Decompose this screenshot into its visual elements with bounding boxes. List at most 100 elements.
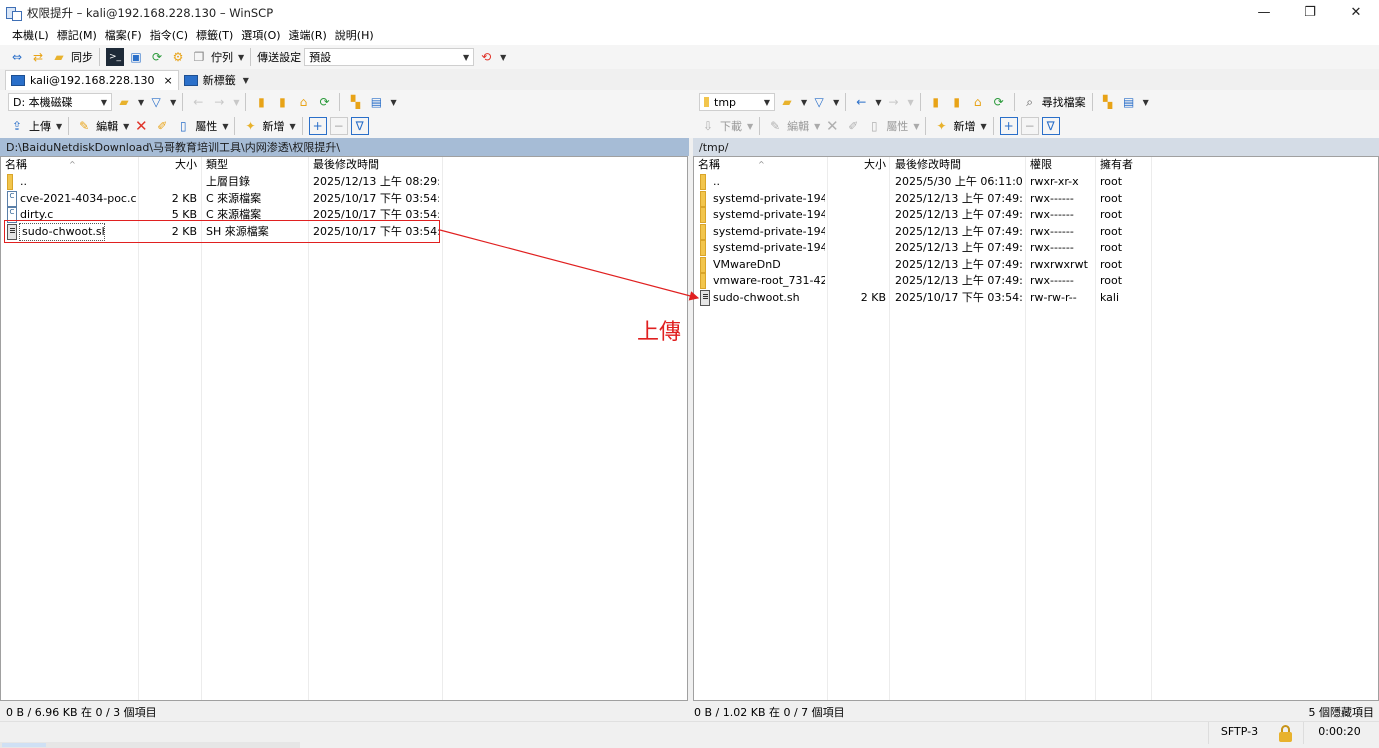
column-header-size[interactable]: 大小 bbox=[141, 157, 197, 173]
upload-button[interactable]: 上傳 bbox=[29, 118, 51, 134]
tree-view-icon[interactable]: ▚ bbox=[346, 93, 364, 111]
root-directory-icon[interactable]: ▮ bbox=[948, 93, 966, 111]
compare-directories-icon[interactable]: ⇔ bbox=[8, 48, 26, 66]
refresh-icon[interactable]: ⟳ bbox=[315, 93, 333, 111]
column-header-modified[interactable]: 最後修改時間 bbox=[895, 157, 1023, 173]
queue-button[interactable]: 佇列 bbox=[211, 49, 233, 65]
new-folder-icon[interactable]: ✦ bbox=[241, 117, 259, 135]
chevron-down-icon[interactable]: ▼ bbox=[801, 98, 807, 107]
chevron-down-icon[interactable]: ▼ bbox=[747, 122, 753, 131]
close-window-button[interactable]: ✕ bbox=[1333, 0, 1379, 25]
preferences-gear-icon[interactable]: ⚙ bbox=[169, 48, 187, 66]
filter-icon[interactable]: ▽ bbox=[147, 93, 165, 111]
local-drive-select[interactable]: D: 本機磁碟 ▼ bbox=[8, 93, 112, 111]
back-arrow-icon[interactable]: ← bbox=[852, 93, 870, 111]
tab-new[interactable]: 新標籤 ▼ bbox=[179, 70, 254, 90]
minimize-button[interactable]: — bbox=[1241, 0, 1287, 25]
refresh-icon[interactable]: ⟳ bbox=[990, 93, 1008, 111]
select-plus-icon[interactable]: + bbox=[308, 117, 327, 135]
terminal-icon[interactable]: >_ bbox=[106, 48, 124, 66]
chevron-down-icon[interactable]: ▼ bbox=[814, 122, 820, 131]
refresh-session-icon[interactable]: ⟳ bbox=[148, 48, 166, 66]
sync-folder-icon[interactable]: ▰ bbox=[50, 48, 68, 66]
select-minus-icon[interactable]: − bbox=[329, 117, 348, 135]
parent-directory-icon[interactable]: ▮ bbox=[252, 93, 270, 111]
column-header-rights[interactable]: 權限 bbox=[1030, 157, 1092, 173]
menu-help[interactable]: 說明(H) bbox=[331, 27, 378, 43]
column-header-modified[interactable]: 最後修改時間 bbox=[313, 157, 439, 173]
synchronize-browsing-icon[interactable]: ⇄ bbox=[29, 48, 47, 66]
column-header-size[interactable]: 大小 bbox=[830, 157, 886, 173]
local-file-row[interactable]: .. 上層目錄 2025/12/13 上午 08:29:... bbox=[1, 174, 687, 191]
filter-select-icon[interactable]: ∇ bbox=[1041, 117, 1060, 135]
forward-arrow-icon[interactable]: → bbox=[884, 93, 902, 111]
chevron-down-icon[interactable]: ▼ bbox=[907, 98, 913, 107]
remote-file-list[interactable]: 名稱 ^ 大小 最後修改時間 權限 擁有者 .. 2025/5/30 上午 06:… bbox=[693, 156, 1379, 701]
edit-icon[interactable]: ✎ bbox=[766, 117, 784, 135]
chevron-down-icon[interactable]: ▼ bbox=[875, 98, 881, 107]
horizontal-scrollbar[interactable] bbox=[0, 742, 300, 748]
remote-file-row[interactable]: systemd-private-194... 2025/12/13 上午 07:4… bbox=[694, 240, 1378, 257]
local-path-bar[interactable]: D:\BaiduNetdiskDownload\马哥教育培训工具\内网渗透\权限… bbox=[0, 138, 689, 156]
close-tab-icon[interactable]: × bbox=[164, 74, 173, 87]
remote-file-row[interactable]: systemd-private-194... 2025/12/13 上午 07:4… bbox=[694, 223, 1378, 241]
home-icon[interactable]: ⌂ bbox=[294, 93, 312, 111]
chevron-down-icon[interactable]: ▼ bbox=[913, 122, 919, 131]
transfer-preset-select[interactable]: 預設 ▼ bbox=[304, 48, 475, 66]
queue-icon[interactable]: ❐ bbox=[190, 48, 208, 66]
properties-icon[interactable]: ▯ bbox=[174, 117, 192, 135]
tree-view-icon[interactable]: ▚ bbox=[1099, 93, 1117, 111]
sync-button[interactable]: 同步 bbox=[71, 49, 93, 65]
remote-file-row[interactable]: vmware-root_731-42... 2025/12/13 上午 07:49… bbox=[694, 273, 1378, 290]
new-folder-icon[interactable]: ✦ bbox=[932, 117, 950, 135]
remote-file-row[interactable]: .. 2025/5/30 上午 06:11:00 rwxr-xr-x root bbox=[694, 174, 1378, 191]
properties-button[interactable]: 屬性 bbox=[195, 118, 217, 134]
chevron-down-icon[interactable]: ▼ bbox=[138, 98, 144, 107]
delete-icon[interactable]: ✕ bbox=[823, 117, 841, 135]
chevron-down-icon[interactable]: ▼ bbox=[390, 98, 396, 107]
menu-files[interactable]: 檔案(F) bbox=[101, 27, 146, 43]
parent-directory-icon[interactable]: ▮ bbox=[927, 93, 945, 111]
column-header-name[interactable]: 名稱 bbox=[5, 157, 125, 173]
root-directory-icon[interactable]: ▮ bbox=[273, 93, 291, 111]
column-header-type[interactable]: 類型 bbox=[206, 157, 306, 173]
tab-session[interactable]: kali@192.168.228.130 × bbox=[5, 70, 179, 90]
find-files-button[interactable]: 尋找檔案 bbox=[1042, 94, 1086, 110]
download-button[interactable]: 下載 bbox=[720, 118, 742, 134]
chevron-down-icon[interactable]: ▼ bbox=[500, 53, 506, 62]
home-icon[interactable]: ⌂ bbox=[969, 93, 987, 111]
lock-icon[interactable] bbox=[1276, 725, 1296, 743]
local-file-row[interactable]: Ccve-2021-4034-poc.c 2 KB C 來源檔案 2025/10/17… bbox=[1, 190, 687, 208]
chevron-down-icon[interactable]: ▼ bbox=[833, 98, 839, 107]
menu-remote[interactable]: 遠端(R) bbox=[285, 27, 331, 43]
restore-button[interactable]: ❐ bbox=[1287, 0, 1333, 25]
upload-icon[interactable]: ⇪ bbox=[8, 117, 26, 135]
filter-icon[interactable]: ▽ bbox=[810, 93, 828, 111]
new-button[interactable]: 新增 bbox=[262, 118, 284, 134]
chevron-down-icon[interactable]: ▼ bbox=[233, 98, 239, 107]
chevron-down-icon[interactable]: ▼ bbox=[980, 122, 986, 131]
rename-icon[interactable]: ✐ bbox=[153, 117, 171, 135]
select-minus-icon[interactable]: − bbox=[1020, 117, 1039, 135]
download-icon[interactable]: ⇩ bbox=[699, 117, 717, 135]
chevron-down-icon[interactable]: ▼ bbox=[170, 98, 176, 107]
remote-file-row[interactable]: systemd-private-194... 2025/12/13 上午 07:4… bbox=[694, 190, 1378, 208]
chevron-down-icon[interactable]: ▼ bbox=[222, 122, 228, 131]
back-arrow-icon[interactable]: ← bbox=[189, 93, 207, 111]
filter-select-icon[interactable]: ∇ bbox=[350, 117, 369, 135]
view-mode-icon[interactable]: ▤ bbox=[1120, 93, 1138, 111]
edit-icon[interactable]: ✎ bbox=[75, 117, 93, 135]
rename-icon[interactable]: ✐ bbox=[844, 117, 862, 135]
chevron-down-icon[interactable]: ▼ bbox=[56, 122, 62, 131]
menu-commands[interactable]: 指令(C) bbox=[146, 27, 192, 43]
remote-file-row[interactable]: sudo-chwoot.sh 2 KB 2025/10/17 下午 03:54:..… bbox=[694, 289, 1378, 307]
chevron-down-icon[interactable]: ▼ bbox=[123, 122, 129, 131]
remote-file-row[interactable]: VMwareDnD 2025/12/13 上午 07:49:... rwxrwxrw… bbox=[694, 256, 1378, 274]
menu-local[interactable]: 本機(L) bbox=[8, 27, 53, 43]
chevron-down-icon[interactable]: ▼ bbox=[243, 76, 249, 85]
global-sync-icon[interactable]: ⟲ bbox=[477, 48, 495, 66]
delete-icon[interactable]: ✕ bbox=[132, 117, 150, 135]
chevron-down-icon[interactable]: ▼ bbox=[1143, 98, 1149, 107]
column-header-owner[interactable]: 擁有者 bbox=[1100, 157, 1150, 173]
edit-button[interactable]: 編輯 bbox=[96, 118, 118, 134]
